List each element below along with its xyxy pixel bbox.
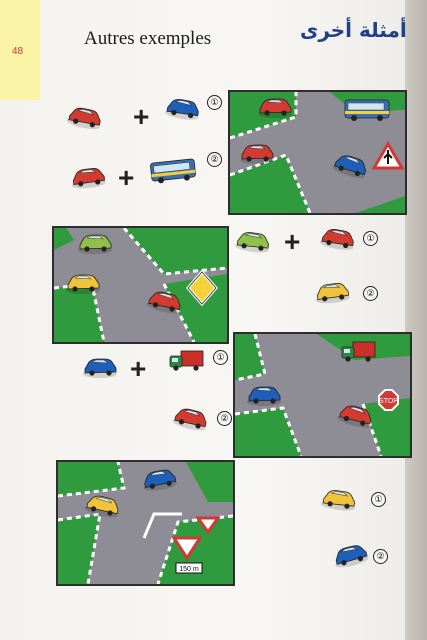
red-car-icon	[318, 226, 357, 253]
marker-1: ①	[207, 95, 222, 110]
blue-car-icon	[82, 358, 118, 379]
title-french: Autres exemples	[84, 28, 212, 49]
sign-plate-distance: 150 m	[179, 566, 199, 573]
red-car-icon	[171, 405, 210, 434]
plus-sign: +	[133, 101, 150, 132]
green-car-icon	[233, 230, 272, 255]
intersection-illustration-4: 150 m	[56, 460, 235, 586]
svg-text:STOP: STOP	[379, 398, 398, 405]
marker-2: ②	[363, 286, 378, 301]
intersection-illustration-1	[228, 90, 407, 215]
page-gutter	[405, 0, 427, 640]
bus-icon	[149, 158, 197, 185]
red-car-icon	[69, 166, 107, 191]
yellow-car-icon	[319, 488, 358, 513]
intersection-illustration-3: STOP	[233, 332, 412, 458]
page-number: 48	[12, 46, 24, 57]
red-car-icon	[66, 105, 104, 132]
marker-2: ②	[207, 152, 222, 167]
intersection-illustration-2	[52, 226, 229, 344]
plus-sign: +	[118, 162, 135, 193]
marker-1: ①	[363, 231, 378, 246]
yellow-car-icon	[313, 281, 351, 306]
truck-icon	[169, 350, 204, 372]
plus-sign: +	[130, 353, 147, 384]
marker-2: ②	[373, 549, 388, 564]
title-arabic: أمثلة أخرى	[300, 18, 407, 42]
blue-car-icon	[331, 542, 370, 570]
marker-2: ②	[217, 411, 232, 426]
marker-1: ①	[371, 492, 386, 507]
marker-1: ①	[213, 350, 228, 365]
plus-sign: +	[284, 226, 301, 257]
blue-car-icon	[163, 96, 202, 123]
